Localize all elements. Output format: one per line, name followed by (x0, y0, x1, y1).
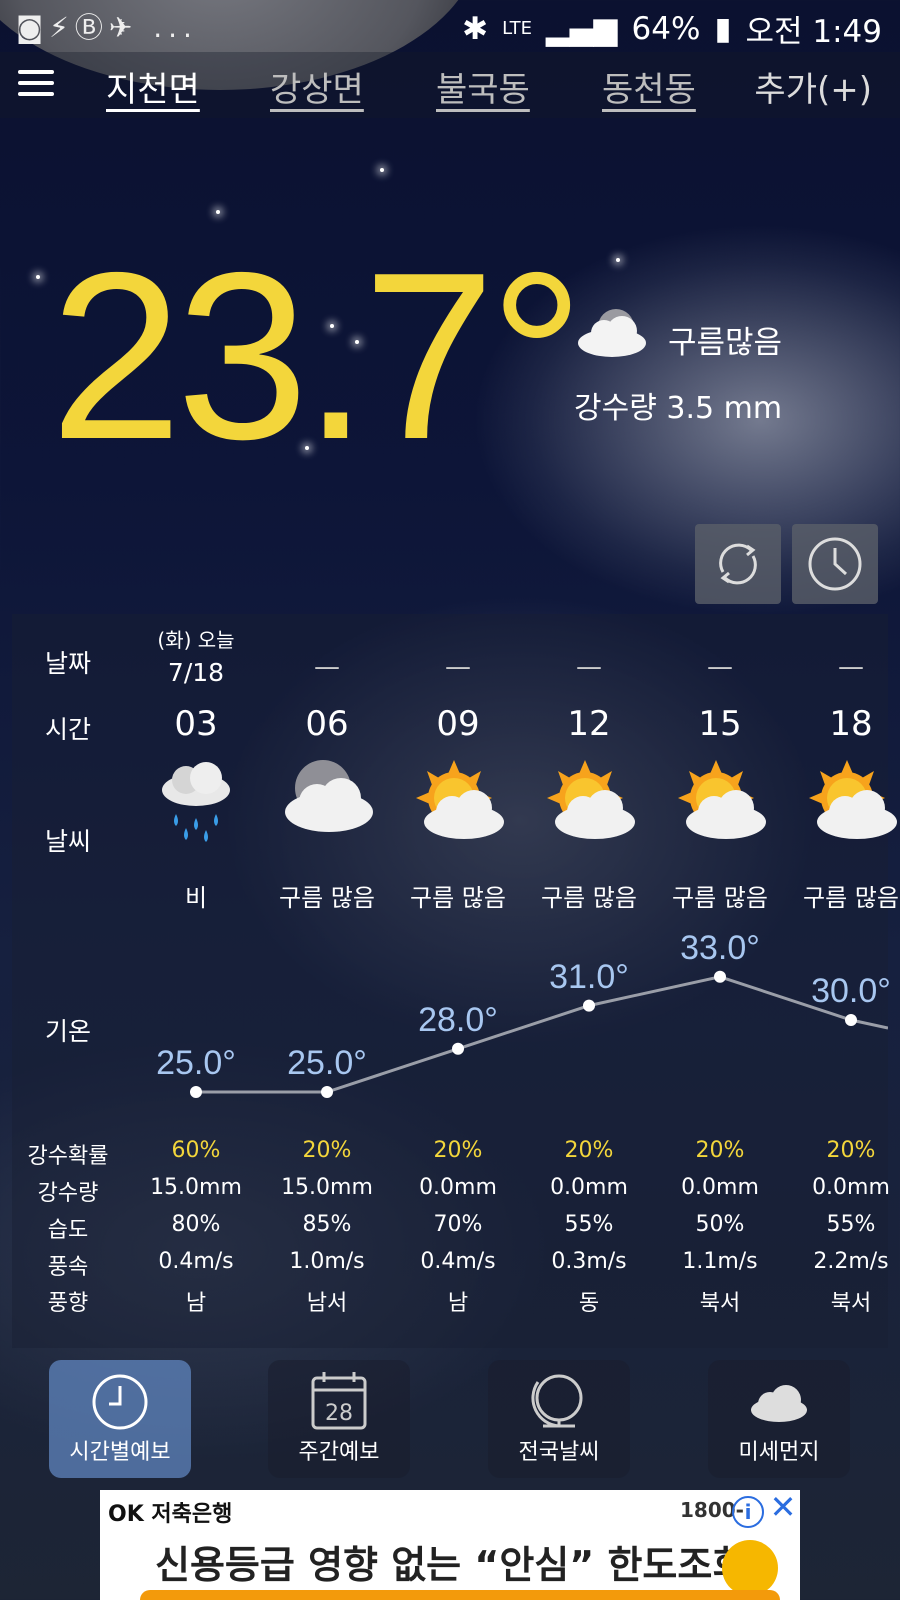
tab-location-1[interactable]: 지천면 (106, 62, 200, 111)
stat-wind-speed: 0.4m/s (420, 1249, 496, 1274)
temperature-line-chart (190, 970, 888, 1098)
more-notifications: ... (153, 11, 198, 44)
ad-close-icon[interactable]: ✕ (768, 1491, 798, 1523)
stat-wind-dir: 북서 (699, 1291, 741, 1316)
star (216, 210, 220, 214)
tab-location-4[interactable]: 동천동 (602, 62, 696, 111)
nav-label: 전국날씨 (518, 1440, 600, 1465)
stat-humidity: 85% (302, 1212, 352, 1237)
temperature-point (321, 1086, 333, 1098)
star (380, 168, 384, 172)
clock-icon (92, 1374, 148, 1430)
star (616, 258, 620, 262)
ad-info-icon[interactable]: i (732, 1496, 764, 1528)
clock-time: 오전 1:49 (745, 14, 882, 50)
history-button[interactable] (792, 524, 878, 604)
nav-weekly[interactable]: 28 주간예보 (268, 1360, 410, 1478)
signal-icon: ▂▄▆ (545, 10, 618, 47)
refresh-button[interactable] (695, 524, 781, 604)
battery-icon: ▮ (714, 10, 732, 47)
stat-wind-dir: 남서 (306, 1291, 348, 1316)
app-icon: Ⓑ (74, 11, 109, 44)
current-temperature: 23.7° (50, 224, 584, 489)
globe-icon (531, 1374, 583, 1428)
menu-icon[interactable] (18, 70, 54, 100)
stat-humidity: 55% (564, 1212, 614, 1237)
stat-wind-speed: 0.4m/s (158, 1249, 234, 1274)
stat-prob: 20% (433, 1138, 483, 1163)
stat-label: 강수확률 (27, 1144, 109, 1169)
stat-humidity: 80% (171, 1212, 221, 1237)
stat-prob: 20% (564, 1138, 614, 1163)
stat-prob: 60% (171, 1138, 221, 1163)
ad-brand: OK 저축은행 (108, 1502, 233, 1527)
stat-wind-speed: 1.1m/s (682, 1249, 758, 1274)
temperature-line (196, 975, 888, 1094)
stat-humidity: 50% (695, 1212, 745, 1237)
add-location-button[interactable]: 추가(+) (754, 62, 872, 111)
cloud-icon (751, 1385, 807, 1422)
hourly-forecast-panel: 날짜 시간 날씨 기온 (화) 오늘 7/18 03 비 25.0° —06 구름 많음 25… (12, 614, 899, 1348)
stat-wind-dir: 남 (447, 1291, 469, 1316)
temperature-point (452, 1042, 464, 1055)
stat-precip: 0.0mm (550, 1175, 628, 1200)
precip-value: 3.5 mm (666, 391, 783, 426)
nav-label: 주간예보 (298, 1440, 380, 1465)
condition-label: 구름많음 (668, 325, 783, 361)
stat-precip: 0.0mm (419, 1175, 497, 1200)
stat-label: 강수량 (37, 1181, 99, 1206)
temperature-point (845, 1014, 857, 1026)
stat-prob: 20% (695, 1138, 745, 1163)
coin-icon (722, 1540, 778, 1596)
tab-location-3[interactable]: 불국동 (436, 62, 530, 111)
ad-accent-bar (140, 1590, 780, 1600)
stat-wind-dir: 남 (185, 1291, 207, 1316)
refresh-icon (719, 543, 757, 585)
battery-percent: 64% (631, 10, 701, 47)
stat-humidity: 70% (433, 1212, 483, 1237)
ad-headline: 신용등급 영향 없는 “안심” 한도조회! (155, 1543, 765, 1587)
nav-label: 시간별예보 (69, 1440, 171, 1465)
stat-humidity: 55% (826, 1212, 876, 1237)
app-icon: ◙ (16, 11, 50, 44)
calendar-day: 28 (325, 1401, 353, 1426)
stat-wind-speed: 0.3m/s (551, 1249, 627, 1274)
stat-wind-speed: 2.2m/s (813, 1249, 889, 1274)
network-type: LTE (502, 18, 532, 39)
nav-hourly[interactable]: 시간별예보 (49, 1360, 191, 1478)
clock-icon (808, 537, 862, 591)
tab-location-2[interactable]: 강상면 (270, 62, 364, 111)
notification-icons: ◙⚡Ⓑ✈ ... (16, 6, 198, 46)
stat-wind-dir: 동 (578, 1291, 600, 1316)
stat-precip: 15.0mm (281, 1175, 373, 1200)
stat-label: 풍속 (47, 1255, 89, 1280)
location-tabs: 지천면 강상면 불국동 동천동 추가(+) (0, 52, 900, 118)
calendar-icon: 28 (311, 1372, 367, 1430)
stat-label: 풍향 (47, 1291, 89, 1316)
stat-wind-speed: 1.0m/s (289, 1249, 365, 1274)
nav-fine-dust[interactable]: 미세먼지 (708, 1360, 850, 1478)
ad-banner[interactable]: OK 저축은행 1800- i ✕ 신용등급 영향 없는 “안심” 한도조회! (100, 1490, 800, 1600)
bluetooth-icon: ✱ (462, 10, 489, 47)
nav-label: 미세먼지 (738, 1440, 820, 1465)
stat-precip: 15.0mm (150, 1175, 242, 1200)
app-icon: ✈ (108, 11, 139, 44)
precip-label: 강수량 (574, 391, 657, 426)
stat-label: 습도 (47, 1218, 89, 1243)
star (36, 275, 40, 279)
stat-precip: 0.0mm (812, 1175, 890, 1200)
night-cloudy-icon (578, 309, 646, 357)
stat-prob: 20% (302, 1138, 352, 1163)
temperature-point (583, 999, 595, 1012)
app-icon: ⚡ (49, 11, 75, 44)
temperature-point (714, 970, 726, 983)
stat-wind-dir: 북서 (830, 1291, 872, 1316)
precipitation-info: 강수량 3.5 mm (574, 383, 782, 427)
stat-prob: 20% (826, 1138, 876, 1163)
temperature-point (190, 1086, 202, 1098)
status-bar: ◙⚡Ⓑ✈ ... ✱ LTE ▂▄▆ 64% ▮ 오전 1:49 (0, 0, 900, 52)
nav-national[interactable]: 전국날씨 (488, 1360, 630, 1478)
stat-precip: 0.0mm (681, 1175, 759, 1200)
